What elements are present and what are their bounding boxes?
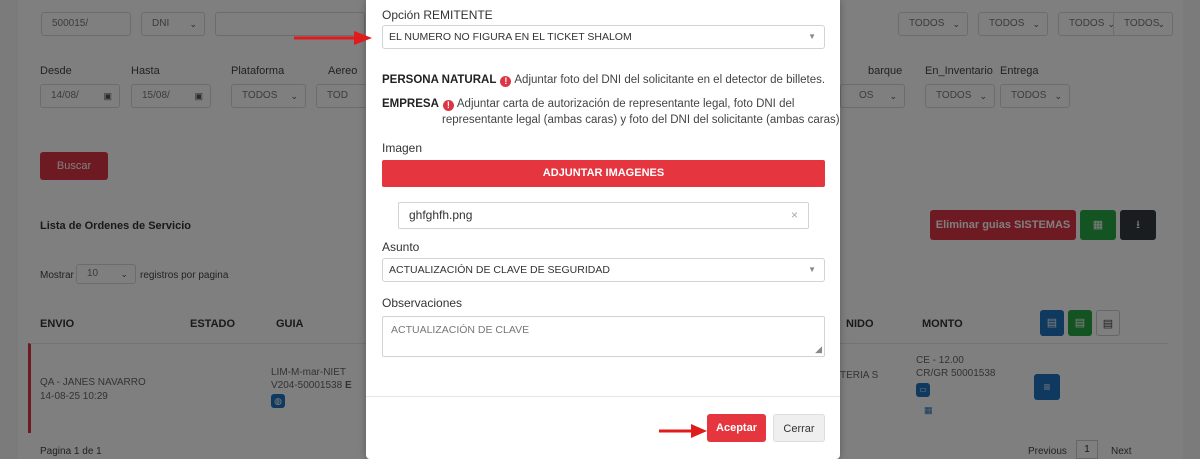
resize-handle-icon[interactable]: ◢ — [815, 344, 822, 355]
info-icon: ! — [500, 76, 512, 87]
empresa-note-line2: representante legal (ambas caras) y foto… — [442, 114, 840, 126]
chevron-down-icon: ▼ — [808, 32, 816, 41]
cerrar-button[interactable]: Cerrar — [773, 414, 825, 442]
arrow-icon — [294, 31, 372, 45]
asunto-value: ACTUALIZACIÓN DE CLAVE DE SEGURIDAD — [389, 264, 610, 276]
observaciones-value: ACTUALIZACIÓN DE CLAVE — [391, 324, 530, 336]
modal-footer-divider — [366, 396, 840, 397]
asunto-select[interactable]: ACTUALIZACIÓN DE CLAVE DE SEGURIDAD ▼ — [382, 258, 825, 282]
persona-natural-text: Adjuntar foto del DNI del solicitante en… — [514, 74, 826, 86]
remitente-select[interactable]: EL NUMERO NO FIGURA EN EL TICKET SHALOM … — [382, 25, 825, 49]
adjuntar-imagenes-button[interactable]: ADJUNTAR IMAGENES — [382, 160, 825, 187]
remitente-label: Opción REMITENTE — [382, 8, 493, 22]
close-icon[interactable]: × — [791, 203, 798, 228]
empresa-title: EMPRESA — [382, 98, 439, 110]
persona-natural-note: PERSONA NATURAL! Adjuntar foto del DNI de… — [382, 73, 825, 88]
asunto-label: Asunto — [382, 240, 420, 254]
info-icon: ! — [442, 100, 454, 111]
remitente-value: EL NUMERO NO FIGURA EN EL TICKET SHALOM — [389, 31, 632, 43]
aceptar-button[interactable]: Aceptar — [707, 414, 766, 442]
observaciones-label: Observaciones — [382, 296, 463, 310]
observaciones-textarea[interactable]: ACTUALIZACIÓN DE CLAVE ◢ — [382, 316, 825, 357]
attached-file: ghfghfh.png × — [398, 202, 809, 229]
file-name: ghfghfh.png — [409, 208, 473, 222]
persona-natural-title: PERSONA NATURAL — [382, 74, 497, 86]
remitente-modal: Opción REMITENTE EL NUMERO NO FIGURA EN … — [366, 0, 840, 459]
chevron-down-icon: ▼ — [808, 265, 816, 274]
empresa-text-1: Adjuntar carta de autorización de repres… — [456, 98, 795, 110]
imagen-label: Imagen — [382, 141, 423, 155]
empresa-note: EMPRESA! Adjuntar carta de autorización d… — [382, 97, 794, 112]
arrow-icon — [659, 424, 707, 438]
